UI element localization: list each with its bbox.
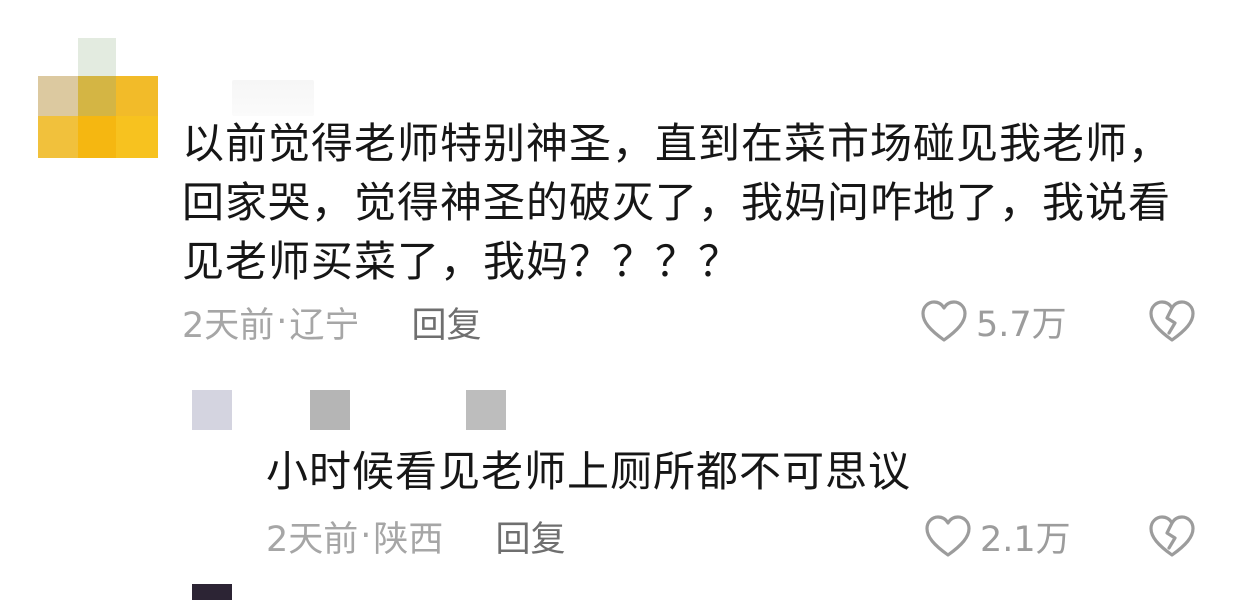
reply-meta: 2天前 · 陕西 回复 [266,514,565,560]
meta-separator: · [360,516,372,556]
username[interactable] [310,390,350,430]
broken-heart-icon[interactable] [1148,297,1196,345]
like-button[interactable]: 5.7万 [920,297,1067,345]
broken-heart-icon[interactable] [1148,512,1196,560]
reply-target-name[interactable] [466,390,506,430]
reply-button[interactable]: 回复 [495,511,565,562]
meta-separator: · [276,302,288,342]
avatar[interactable] [192,584,232,600]
reply-button[interactable]: 回复 [411,297,481,348]
like-count: 5.7万 [976,304,1067,345]
reply-text: 小时候看见老师上厕所都不可思议 [266,447,912,496]
comment-meta: 2天前 · 辽宁 回复 [182,300,481,346]
like-button[interactable]: 2.1万 [924,512,1071,560]
heart-outline-icon [925,515,971,557]
comment-time: 2天前 [182,305,275,346]
avatar[interactable] [38,38,158,158]
like-count: 2.1万 [980,519,1071,560]
heart-outline-icon [921,300,967,342]
avatar[interactable] [192,390,232,430]
username[interactable] [232,80,314,116]
reply-time: 2天前 [266,519,359,560]
comment-text: 以前觉得老师特别神圣，直到在菜市场碰见我老师，回家哭，觉得神圣的破灭了，我妈问咋… [182,119,1172,286]
reply-location: 陕西 [373,519,444,560]
comment-location: 辽宁 [289,305,360,346]
